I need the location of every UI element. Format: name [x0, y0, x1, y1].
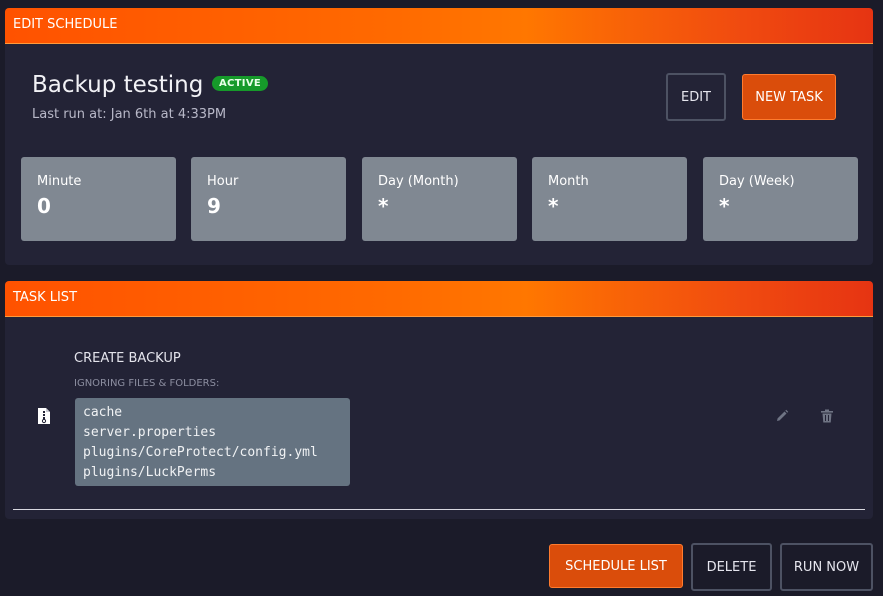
cron-day-week: Day (Week) *: [703, 157, 858, 241]
cron-hour-value: 9: [207, 194, 221, 218]
cron-hour-label: Hour: [207, 174, 239, 189]
cron-minute-value: 0: [37, 194, 51, 218]
cron-day-month-value: *: [378, 194, 389, 218]
cron-day-week-value: *: [719, 194, 730, 218]
status-badge: ACTIVE: [212, 76, 268, 91]
cron-day-month-label: Day (Month): [378, 174, 459, 189]
task-list-panel: TASK LIST CREATE BACKUP IGNORING FILES &…: [5, 281, 873, 519]
delete-button[interactable]: DELETE: [691, 543, 772, 591]
last-run-text: Last run at: Jan 6th at 4:33PM: [32, 107, 227, 122]
ignored-entry: plugins/LuckPerms: [83, 465, 217, 480]
schedule-list-button[interactable]: SCHEDULE LIST: [549, 544, 683, 588]
edit-schedule-header: EDIT SCHEDULE: [5, 8, 873, 44]
cron-month-label: Month: [548, 174, 589, 189]
trash-icon[interactable]: [820, 409, 834, 423]
task-title: CREATE BACKUP: [74, 351, 181, 366]
ignored-entry: server.properties: [83, 425, 217, 440]
cron-month-value: *: [548, 194, 559, 218]
new-task-button[interactable]: NEW TASK: [742, 74, 836, 120]
cron-minute-label: Minute: [37, 174, 82, 189]
file-archive-icon: [38, 408, 50, 424]
cron-hour: Hour 9: [191, 157, 346, 241]
schedule-title: Backup testing: [32, 72, 204, 98]
cron-day-week-label: Day (Week): [719, 174, 795, 189]
run-now-button[interactable]: RUN NOW: [780, 543, 873, 591]
ignored-entry: cache: [83, 405, 123, 420]
task-ignore-label: IGNORING FILES & FOLDERS:: [74, 378, 220, 389]
cron-minute: Minute 0: [21, 157, 176, 241]
edit-button[interactable]: EDIT: [666, 73, 726, 121]
task-divider: [13, 509, 865, 510]
pencil-icon[interactable]: [775, 409, 789, 423]
cron-day-month: Day (Month) *: [362, 157, 517, 241]
cron-month: Month *: [532, 157, 687, 241]
ignored-entry: plugins/CoreProtect/config.yml: [83, 445, 318, 460]
ignored-files-list: cache server.properties plugins/CoreProt…: [75, 398, 350, 486]
task-list-header: TASK LIST: [5, 281, 873, 317]
